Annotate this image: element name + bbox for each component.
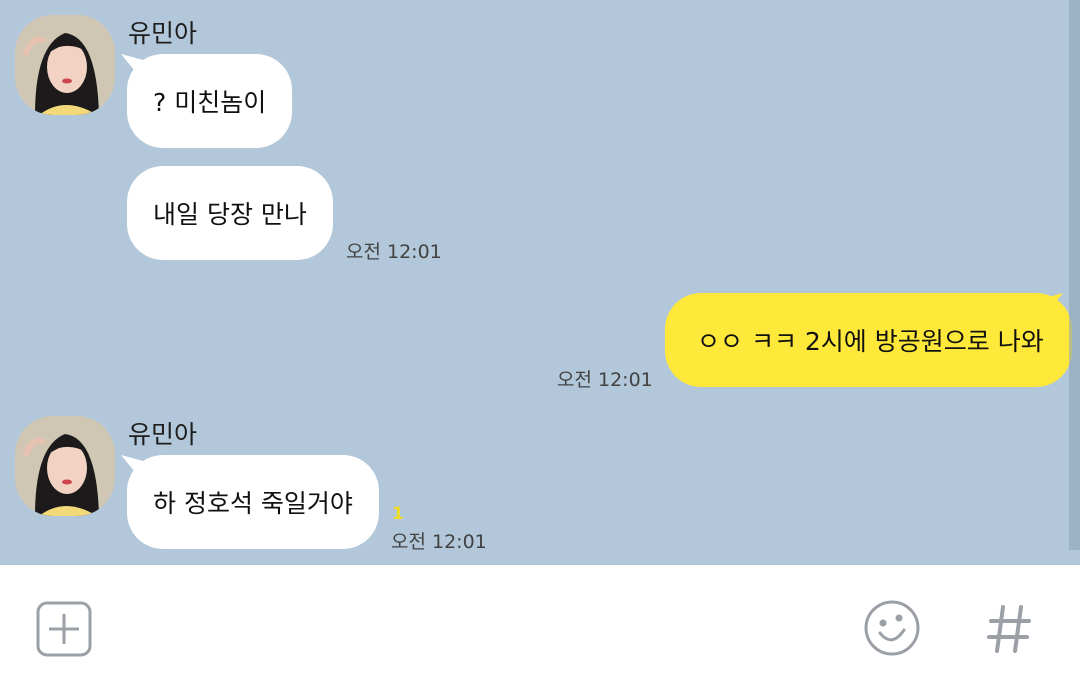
chat-area[interactable]: 유민아 ? 미친놈이 내일 당장 만나 오전 12:01 오전 12:01 ㅇㅇ…	[0, 0, 1080, 565]
message-time: 오전 12:01	[346, 241, 442, 263]
input-bar	[0, 565, 1080, 691]
message-bubble[interactable]: ㅇㅇ ㅋㅋ 2시에 방공원으로 나와	[665, 293, 1072, 387]
message-text: ? 미친놈이	[153, 88, 267, 117]
avatar[interactable]	[15, 416, 115, 516]
plus-square-icon[interactable]	[36, 601, 92, 657]
emoji-icon[interactable]	[862, 598, 922, 658]
message-time: 오전 12:01	[557, 369, 653, 391]
message-bubble[interactable]: ? 미친놈이	[127, 54, 293, 148]
bubble-tail	[1041, 293, 1063, 315]
message-time: 오전 12:01	[391, 531, 487, 553]
sender-name: 유민아	[128, 420, 198, 449]
message-bubble[interactable]: 하 정호석 죽일거야	[127, 455, 379, 549]
unread-count: 1	[392, 504, 404, 524]
message-text: 내일 당장 만나	[153, 200, 307, 229]
message-text: 하 정호석 죽일거야	[153, 489, 353, 518]
hashtag-icon[interactable]	[985, 601, 1033, 657]
message-bubble[interactable]: 내일 당장 만나	[127, 166, 333, 260]
message-text: ㅇㅇ ㅋㅋ 2시에 방공원으로 나와	[697, 327, 1044, 356]
avatar[interactable]	[15, 15, 115, 115]
sender-name: 유민아	[128, 19, 198, 48]
scrollbar[interactable]	[1069, 0, 1080, 550]
